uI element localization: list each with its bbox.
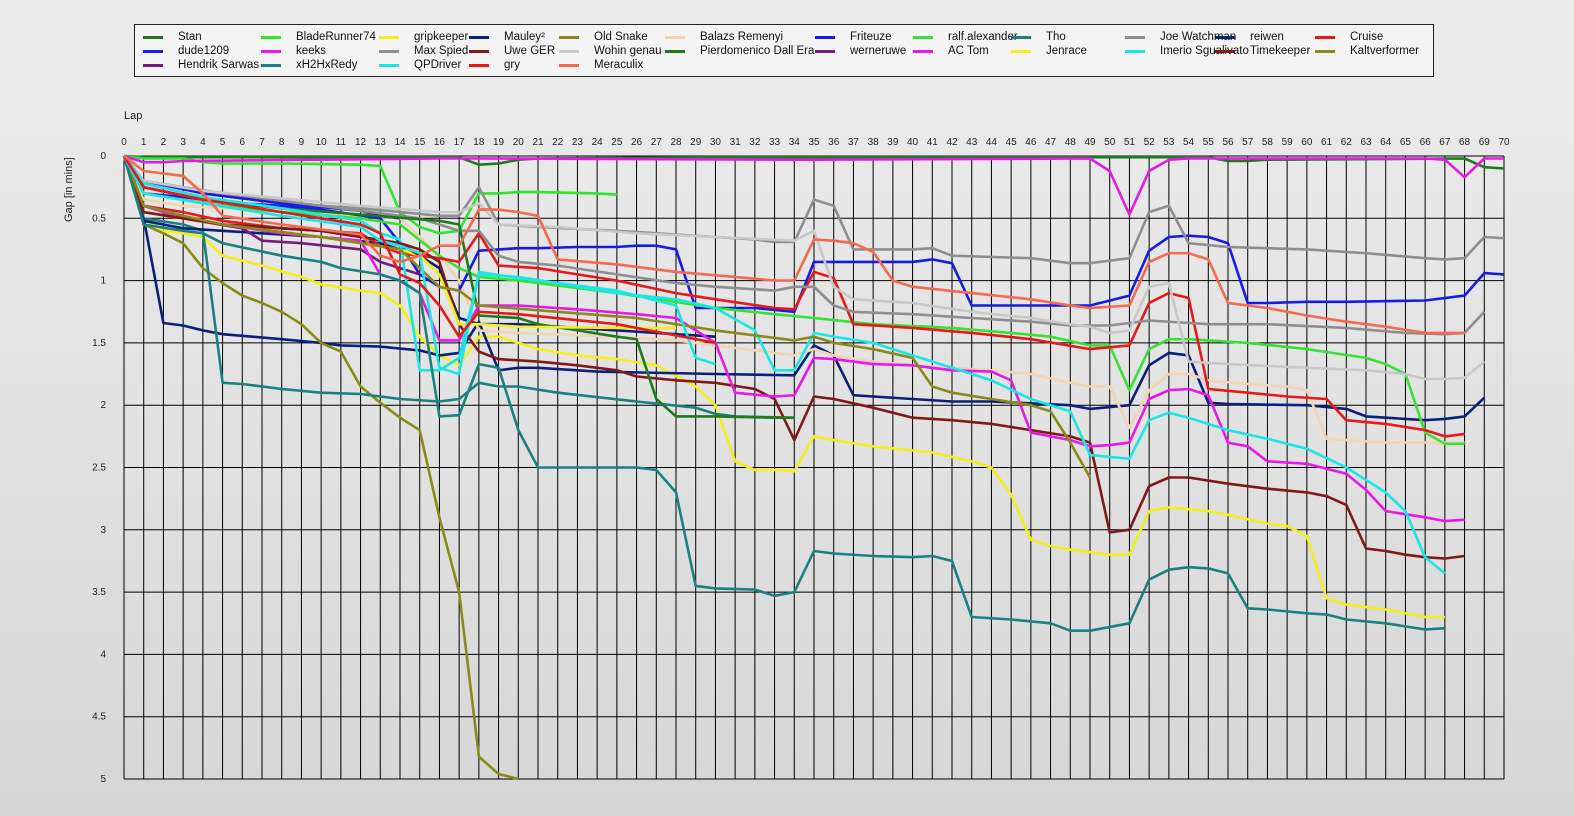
y-tick-label: 4.5 <box>92 712 106 723</box>
y-tick-label: 2 <box>100 400 106 411</box>
x-tick-label: 19 <box>493 137 505 148</box>
x-tick-label: 15 <box>414 137 426 148</box>
x-tick-label: 29 <box>690 137 702 148</box>
x-tick-label: 46 <box>1025 137 1037 148</box>
lap-gap-chart: Lap Gap [in mins] 0 1 2 3 4 5 6 7 8 9 10 11 12 13 14 15… <box>63 110 1510 785</box>
series-line-gripkeeper <box>122 155 1445 619</box>
x-tick-label: 9 <box>299 137 305 148</box>
x-tick-label: 44 <box>986 137 998 148</box>
x-tick-label: 14 <box>394 137 406 148</box>
x-axis-ticks: 0 1 2 3 4 5 6 7 8 9 10 11 12 13 14 15 16 17 18 19 20 21 22 23 24… <box>121 137 1510 148</box>
x-tick-label: 2 <box>161 137 167 148</box>
x-tick-label: 33 <box>769 137 781 148</box>
x-tick-label: 16 <box>434 137 446 148</box>
x-tick-label: 20 <box>513 137 525 148</box>
x-tick-label: 35 <box>808 137 820 148</box>
x-tick-label: 24 <box>592 137 604 148</box>
x-tick-label: 67 <box>1439 137 1451 148</box>
x-tick-label: 64 <box>1380 137 1392 148</box>
x-tick-label: 58 <box>1262 137 1274 148</box>
x-tick-label: 37 <box>848 137 860 148</box>
x-tick-label: 39 <box>887 137 899 148</box>
x-tick-label: 36 <box>828 137 840 148</box>
x-tick-label: 22 <box>552 137 564 148</box>
x-tick-label: 66 <box>1420 137 1432 148</box>
x-tick-label: 27 <box>651 137 663 148</box>
y-tick-label: 1.5 <box>92 338 106 349</box>
x-tick-label: 65 <box>1400 137 1412 148</box>
x-tick-label: 60 <box>1301 137 1313 148</box>
y-tick-label: 0 <box>100 151 106 162</box>
x-tick-label: 42 <box>946 137 958 148</box>
x-tick-label: 13 <box>375 137 387 148</box>
y-tick-label: 3.5 <box>92 587 106 598</box>
x-tick-label: 57 <box>1242 137 1254 148</box>
x-tick-label: 63 <box>1360 137 1372 148</box>
x-tick-label: 25 <box>611 137 623 148</box>
x-tick-label: 7 <box>259 137 265 148</box>
x-tick-label: 59 <box>1282 137 1294 148</box>
x-tick-label: 40 <box>907 137 919 148</box>
x-tick-label: 32 <box>749 137 761 148</box>
x-tick-label: 12 <box>355 137 367 148</box>
x-tick-label: 53 <box>1163 137 1175 148</box>
x-tick-label: 56 <box>1222 137 1234 148</box>
x-tick-label: 6 <box>240 137 246 148</box>
x-tick-label: 30 <box>710 137 722 148</box>
x-tick-label: 69 <box>1479 137 1491 148</box>
x-tick-label: 28 <box>670 137 682 148</box>
x-tick-label: 54 <box>1183 137 1195 148</box>
y-tick-label: 4 <box>100 649 106 660</box>
x-tick-label: 49 <box>1084 137 1096 148</box>
y-tick-label: 0.5 <box>92 213 106 224</box>
x-tick-label: 61 <box>1321 137 1333 148</box>
x-tick-label: 50 <box>1104 137 1116 148</box>
y-tick-label: 2.5 <box>92 463 106 474</box>
x-tick-label: 68 <box>1459 137 1471 148</box>
x-tick-label: 47 <box>1045 137 1057 148</box>
x-tick-label: 31 <box>730 137 742 148</box>
x-tick-label: 34 <box>789 137 801 148</box>
x-tick-label: 4 <box>200 137 206 148</box>
x-tick-label: 17 <box>454 137 466 148</box>
x-tick-label: 51 <box>1124 137 1136 148</box>
x-tick-label: 18 <box>473 137 485 148</box>
x-tick-label: 70 <box>1498 137 1510 148</box>
x-tick-label: 48 <box>1065 137 1077 148</box>
x-tick-label: 21 <box>532 137 544 148</box>
x-axis-title: Lap <box>124 110 142 122</box>
x-tick-label: 10 <box>316 137 328 148</box>
x-tick-label: 45 <box>1006 137 1018 148</box>
x-tick-label: 11 <box>336 137 347 148</box>
x-tick-label: 23 <box>572 137 584 148</box>
x-tick-label: 3 <box>180 137 186 148</box>
y-axis-ticks: 0 0.5 1 1.5 2 2.5 3 3.5 4 4.5 5 <box>92 151 106 785</box>
x-tick-label: 8 <box>279 137 285 148</box>
x-tick-label: 43 <box>966 137 978 148</box>
x-tick-label: 52 <box>1144 137 1156 148</box>
x-tick-label: 0 <box>121 137 127 148</box>
x-tick-label: 26 <box>631 137 643 148</box>
x-tick-label: 38 <box>868 137 880 148</box>
x-tick-label: 5 <box>220 137 226 148</box>
x-tick-label: 1 <box>141 137 147 148</box>
x-tick-label: 62 <box>1341 137 1353 148</box>
y-tick-label: 3 <box>100 525 106 536</box>
y-tick-label: 5 <box>100 774 106 785</box>
y-axis-title: Gap [in mins] <box>63 157 75 222</box>
x-tick-label: 41 <box>927 137 939 148</box>
x-tick-label: 55 <box>1203 137 1215 148</box>
y-tick-label: 1 <box>100 276 106 287</box>
